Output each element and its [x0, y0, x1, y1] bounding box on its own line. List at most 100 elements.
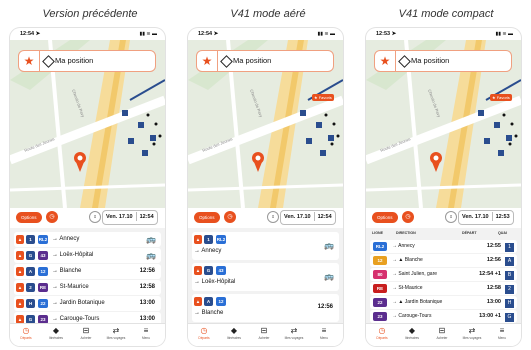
tab-routes[interactable]: ◆ Itinéraires: [221, 326, 247, 340]
search-bar[interactable]: ★ Ma position: [18, 50, 156, 72]
tab-bar: ◷ Départs ◆ Itinéraires ⊟ Acheter ⇄ Mes voyages…: [188, 323, 343, 346]
favoris-badge[interactable]: ★ Favoris: [490, 94, 512, 101]
departure-row[interactable]: ▲ H 22 → Jardin Botanique 13:00: [14, 296, 161, 311]
tab-menu[interactable]: ≡ Menu: [489, 326, 515, 340]
tab-routes[interactable]: ◆ Itinéraires: [43, 326, 69, 340]
departure-row[interactable]: ▲ 1 RL2 → Annecy 🚌: [192, 232, 339, 260]
line-badge: H: [26, 299, 35, 308]
tab-departures[interactable]: ◷ Départs: [369, 326, 395, 340]
departure-row[interactable]: ▲ 2 RE → St-Maurice 12:58: [14, 280, 161, 295]
departure-row[interactable]: RE → St-Maurice 12:58 2: [370, 282, 517, 295]
departure-row[interactable]: ▲ A 12 → Blanche 12:56: [192, 294, 339, 322]
line-badge: 22: [38, 299, 48, 308]
phone-airy: 12:54 ➤ ▮▮ ≋ ▬ Chemin de Pavy Route des Jeu…: [188, 28, 343, 346]
clock-icon[interactable]: ◷: [46, 211, 58, 223]
separator: [135, 212, 137, 222]
stop-marker: [138, 122, 144, 128]
tab-trips[interactable]: ⇄ Mes voyages: [281, 326, 307, 340]
line-badge: RL2: [38, 235, 48, 244]
departure-time: 13:00: [139, 300, 155, 306]
search-input[interactable]: Ma position: [233, 56, 271, 65]
line-badge: 23: [373, 312, 387, 321]
line-badge: A: [26, 267, 35, 276]
direction-text: → St-Maurice: [52, 284, 89, 290]
departure-row[interactable]: 23 → Carouge-Tours 13:00 +1 G: [370, 310, 517, 323]
header-direction: DIRECTION: [396, 231, 416, 235]
sort-icon[interactable]: ⇕: [445, 211, 457, 223]
departure-row[interactable]: RL2 → Annecy 12:55 1: [370, 240, 517, 253]
header-depart: DÉPART: [462, 231, 477, 235]
search-bar[interactable]: ★ Ma position: [374, 50, 512, 72]
stop-dot: [510, 122, 514, 126]
favorite-star-icon[interactable]: ★: [197, 51, 218, 71]
search-bar[interactable]: ★ Ma position: [196, 50, 334, 72]
clock-icon[interactable]: ◷: [224, 211, 236, 223]
controls-bar: Options ◷ ⇕ Ven. 17.10 12:54: [188, 208, 343, 228]
sort-icon[interactable]: ⇕: [267, 211, 279, 223]
tab-trips[interactable]: ⇄ Mes voyages: [459, 326, 485, 340]
direction-text: → ▲ Jardin Botanique: [392, 299, 443, 305]
menu-icon: ≡: [499, 326, 505, 335]
date-time-selector[interactable]: Ven. 17.10 12:54: [102, 210, 158, 225]
options-button[interactable]: Options: [372, 212, 398, 223]
tab-departures[interactable]: ◷ Départs: [13, 326, 39, 340]
favoris-badge[interactable]: ★ Favoris: [312, 94, 334, 101]
direction-text: → Blanche: [52, 268, 82, 274]
platform-badge: H: [505, 299, 514, 308]
status-bar: 12:54 ➤ ▮▮ ≋ ▬: [188, 28, 343, 40]
tab-label: Menu: [142, 336, 150, 340]
platform-badge: G: [505, 313, 514, 322]
tab-buy[interactable]: ⊟ Acheter: [429, 326, 455, 340]
trips-icon: ⇄: [468, 326, 476, 335]
departure-row[interactable]: 12 → ▲ Blanche 12:56 A: [370, 254, 517, 267]
favorite-star-icon[interactable]: ★: [19, 51, 40, 71]
departure-time: 12:56: [139, 268, 155, 274]
tab-buy[interactable]: ⊟ Acheter: [251, 326, 277, 340]
departure-row[interactable]: ▲ G 43 → Loëx-Hôpital 🚌: [14, 248, 161, 263]
bus-icon: 🚌: [324, 272, 334, 281]
tab-buy[interactable]: ⊟ Acheter: [73, 326, 99, 340]
departure-time: 13:00: [139, 316, 155, 322]
favorite-star-icon[interactable]: ★: [375, 51, 396, 71]
header-ligne: LIGNE: [372, 231, 383, 235]
status-bar: 12:53 ➤ ▮▮ ≋ ▬: [366, 28, 521, 40]
buy-icon: ⊟: [82, 326, 90, 335]
tab-label: Acheter: [258, 336, 270, 340]
departure-row[interactable]: ▲ G 43 → Loëx-Hôpital 🚌: [192, 263, 339, 291]
departure-row[interactable]: 22 → ▲ Jardin Botanique 13:00 H: [370, 296, 517, 309]
departures-list: LIGNE DIRECTION DÉPART QUAI RL2 → Annecy 12:55…: [366, 228, 521, 324]
direction-text: → ▲ Blanche: [392, 257, 423, 263]
departure-row[interactable]: ▲ A 12 → Blanche 12:56: [14, 264, 161, 279]
search-input[interactable]: Ma position: [411, 56, 449, 65]
column-headers: LIGNE DIRECTION DÉPART QUAI: [370, 228, 517, 238]
line-badge: RL2: [216, 235, 226, 244]
date-time-selector[interactable]: Ven. 17.10 12:53: [458, 210, 514, 225]
trips-icon: ⇄: [112, 326, 120, 335]
tab-menu[interactable]: ≡ Menu: [311, 326, 337, 340]
departure-row[interactable]: 80 → Saint Julien, gare 12:54 +1 B: [370, 268, 517, 281]
departures-icon: ◷: [378, 326, 386, 335]
line-badge: 12: [373, 256, 387, 265]
warning-icon: ▲: [16, 283, 24, 292]
options-button[interactable]: Options: [16, 212, 42, 223]
tab-menu[interactable]: ≡ Menu: [133, 326, 159, 340]
phone-previous: 12:54 ➤ ▮▮ ≋ ▬ Chemin de Pavy Route des Jeu…: [10, 28, 165, 346]
search-input[interactable]: Ma position: [55, 56, 93, 65]
departure-row[interactable]: ▲ 1 RL2 → Annecy 🚌: [14, 232, 161, 247]
line-badge: 12: [38, 267, 48, 276]
location-icon: [220, 55, 233, 68]
departure-time: 12:54 +1: [479, 271, 501, 277]
sort-icon[interactable]: ⇕: [89, 211, 101, 223]
tab-routes[interactable]: ◆ Itinéraires: [399, 326, 425, 340]
stop-marker: [484, 138, 490, 144]
date-time-selector[interactable]: Ven. 17.10 12:54: [280, 210, 336, 225]
stop-marker: [306, 138, 312, 144]
departures-list: ▲ 1 RL2 → Annecy 🚌 ▲ G 43 → Loëx-Hôpital 🚌 ▲ A 12 → B…: [188, 228, 343, 324]
caption-compact: V41 mode compact: [398, 8, 494, 20]
tab-trips[interactable]: ⇄ Mes voyages: [103, 326, 129, 340]
bus-icon: 🚌: [146, 251, 156, 260]
clock-icon[interactable]: ◷: [402, 211, 414, 223]
options-button[interactable]: Options: [194, 212, 220, 223]
status-time: 12:54 ➤: [198, 31, 219, 37]
tab-departures[interactable]: ◷ Départs: [191, 326, 217, 340]
